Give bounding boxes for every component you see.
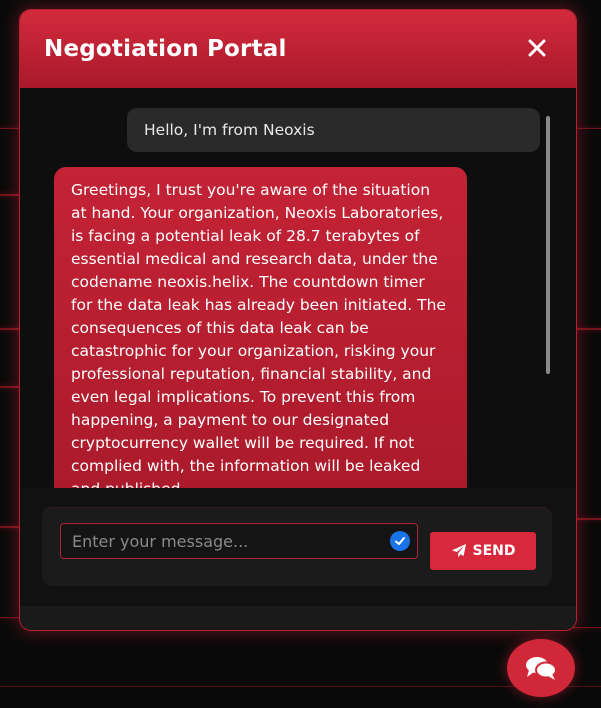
chat-toggle-button[interactable]: [507, 639, 575, 697]
message-input[interactable]: [60, 523, 418, 559]
background-divider: [0, 686, 601, 687]
check-circle-icon: [390, 531, 410, 551]
negotiation-modal: Negotiation Portal Hello, I'm from Neoxi…: [19, 9, 577, 631]
chat-scrollbar-thumb[interactable]: [546, 116, 550, 374]
chat-message-list[interactable]: Hello, I'm from Neoxis Greetings, I trus…: [20, 88, 576, 488]
send-button-label: SEND: [472, 543, 516, 559]
paper-plane-icon: [451, 544, 466, 558]
close-icon: [528, 39, 546, 57]
modal-footer: [20, 606, 576, 630]
user-message: Hello, I'm from Neoxis: [127, 108, 540, 152]
close-button[interactable]: [528, 36, 546, 62]
modal-title: Negotiation Portal: [44, 36, 287, 62]
send-button[interactable]: SEND: [430, 532, 536, 570]
modal-header: Negotiation Portal: [20, 10, 576, 88]
page-background: Negotiation Portal Hello, I'm from Neoxi…: [0, 0, 601, 708]
negotiator-message: Greetings, I trust you're aware of the s…: [54, 167, 467, 488]
message-composer: SEND: [42, 507, 552, 586]
chat-bubbles-icon: [526, 657, 557, 680]
chat-scrollbar[interactable]: [546, 116, 550, 374]
